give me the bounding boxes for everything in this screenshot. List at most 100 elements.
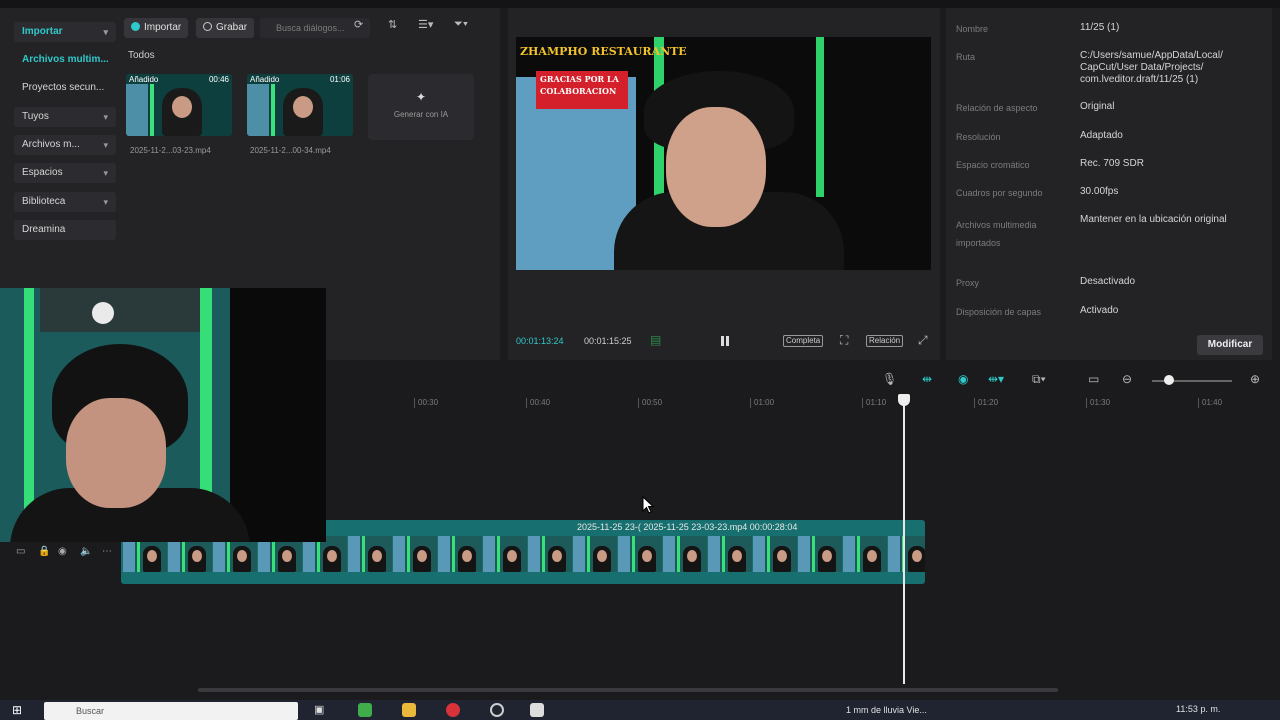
nav-archivos-m[interactable]: Archivos m... ▾: [14, 135, 116, 155]
clock[interactable]: 11:53 p. m.: [1176, 704, 1220, 714]
preview-axis-icon[interactable]: ⧉▾: [1032, 372, 1046, 387]
nav-importar[interactable]: Importar ▾: [14, 22, 116, 42]
clip-filename: 2025-11-2...00-34.mp4: [250, 146, 331, 155]
current-timecode: 00:01:13:24: [516, 336, 564, 346]
caption-icon[interactable]: ▭: [1088, 372, 1099, 386]
sparkle-icon: ✦: [416, 90, 427, 104]
detail-label: Disposición de capas: [956, 307, 1042, 317]
webcam-poster: [40, 288, 200, 332]
detail-value: Mantener en la ubicación original: [1080, 214, 1227, 225]
search-options-icon[interactable]: ⟳: [354, 18, 363, 31]
nav-proyectos-secundarios[interactable]: Proyectos secun...: [14, 78, 116, 98]
microphone-icon[interactable]: 🎙: [882, 372, 897, 386]
thumb-face: [293, 96, 313, 118]
mouse-cursor-icon: [642, 496, 654, 514]
link-icon[interactable]: ⇹: [922, 372, 932, 386]
list-view-icon[interactable]: ☰▾: [418, 18, 433, 31]
crop-icon[interactable]: ⛶: [840, 333, 848, 348]
app-icon[interactable]: [358, 703, 372, 717]
tick-mark: [1198, 398, 1199, 408]
total-timecode: 00:01:15:25: [584, 336, 632, 346]
thumb-led: [271, 84, 275, 136]
zoom-handle[interactable]: [1164, 375, 1174, 385]
snap-icon[interactable]: ⇹▾: [988, 372, 1004, 386]
ratio-button[interactable]: Relación: [866, 335, 904, 347]
timeline-scrollbar[interactable]: [198, 688, 1058, 692]
webcam-face: [66, 398, 166, 508]
record-label: Grabar: [216, 22, 248, 33]
capcut-icon[interactable]: [530, 703, 544, 717]
folder-icon[interactable]: [402, 703, 416, 717]
detail-label: Cuadros por segundo: [956, 188, 1043, 198]
search-placeholder: Busca diálogos...: [276, 23, 345, 33]
nav-dreamina[interactable]: Dreamina: [14, 220, 116, 240]
eye-icon[interactable]: ◉: [58, 546, 67, 557]
time-tick: 01:40: [1202, 398, 1223, 407]
zoom-out-icon[interactable]: ⊖: [1122, 372, 1132, 386]
clip-frame: [483, 536, 527, 572]
playhead[interactable]: [903, 398, 905, 684]
lock-icon[interactable]: 🔒: [38, 546, 50, 557]
clip-frame: [753, 536, 797, 572]
media-clip-1[interactable]: Añadido 00:46: [126, 74, 232, 136]
nav-archivos-multimedia[interactable]: Archivos multim...: [14, 50, 116, 70]
detail-value: 11/25 (1): [1080, 22, 1120, 33]
clip-frame: [888, 536, 925, 572]
generate-ai-card[interactable]: ✦ Generar con IA: [368, 74, 474, 140]
video-preview[interactable]: ZHAMPHO RESTAURANTE GRACIAS POR LA COLAB…: [516, 37, 931, 270]
nav-espacios[interactable]: Espacios ▾: [14, 163, 116, 183]
full-quality-button[interactable]: Completa: [783, 335, 824, 347]
nav-label: Archivos multim...: [22, 54, 109, 65]
cover-icon[interactable]: ▭: [16, 546, 25, 557]
time-tick: 01:30: [1090, 398, 1111, 407]
tick-mark: [1086, 398, 1087, 408]
fullscreen-icon[interactable]: ⤢: [918, 333, 928, 348]
nav-biblioteca[interactable]: Biblioteca ▾: [14, 192, 116, 212]
chevron-down-icon: ▾: [103, 168, 108, 178]
sticker-text[interactable]: GRACIAS POR LA COLABORACION: [536, 71, 628, 109]
time-tick: 00:50: [642, 398, 663, 407]
pause-icon: [721, 336, 724, 346]
detail-label: Relación de aspecto: [956, 103, 1038, 113]
time-tick: 00:30: [418, 398, 439, 407]
weather-widget[interactable]: 1 mm de lluvia Vie...: [846, 705, 927, 715]
clip-frame: [438, 536, 482, 572]
more-icon[interactable]: ⋯: [102, 546, 112, 557]
sticker-title[interactable]: ZHAMPHO RESTAURANTE: [520, 45, 687, 58]
task-view-icon[interactable]: ▣: [314, 703, 328, 717]
tick-mark: [414, 398, 415, 408]
audio-icon[interactable]: 🔈: [80, 546, 92, 557]
taskbar-search-input[interactable]: Buscar: [44, 702, 298, 720]
media-toolbar: Importar Grabar Busca diálogos... ⟳ ⇅ ☰▾…: [124, 14, 494, 42]
app-icon[interactable]: [490, 703, 504, 717]
nav-tuyos[interactable]: Tuyos ▾: [14, 107, 116, 127]
windows-start-icon[interactable]: ⊞: [12, 703, 26, 717]
record-button[interactable]: Grabar: [196, 18, 255, 38]
import-button[interactable]: Importar: [124, 18, 189, 38]
thumb-image: [247, 84, 269, 136]
tick-mark: [750, 398, 751, 408]
detail-value: Adaptado: [1080, 130, 1123, 141]
chevron-down-icon: ▾: [103, 27, 108, 37]
magnet-icon[interactable]: ◉: [958, 372, 968, 386]
clip-duration: 01:06: [329, 75, 350, 84]
sort-icon[interactable]: ⇅: [388, 18, 397, 31]
tick-mark: [526, 398, 527, 408]
zoom-in-icon[interactable]: ⊕: [1250, 372, 1260, 386]
playhead-handle[interactable]: [898, 394, 910, 406]
clip-frame: [393, 536, 437, 572]
taskbar-search-placeholder: Buscar: [76, 706, 105, 716]
pause-button[interactable]: [718, 334, 732, 348]
detail-value: C:/Users/samue/AppData/Local/ CapCut/Use…: [1080, 50, 1223, 85]
clip-frame: [528, 536, 572, 572]
browser-icon[interactable]: [446, 703, 460, 717]
thumb-image: [126, 84, 148, 136]
clip-tag: Añadido: [250, 75, 280, 84]
media-clip-2[interactable]: Añadido 01:06: [247, 74, 353, 136]
clip-frame: [663, 536, 707, 572]
filter-icon[interactable]: ⏷▾: [454, 18, 468, 31]
nav-label: Espacios: [22, 167, 63, 178]
chevron-down-icon: ▾: [103, 197, 108, 207]
modify-button[interactable]: Modificar: [1197, 335, 1263, 355]
import-icon: [131, 22, 140, 31]
